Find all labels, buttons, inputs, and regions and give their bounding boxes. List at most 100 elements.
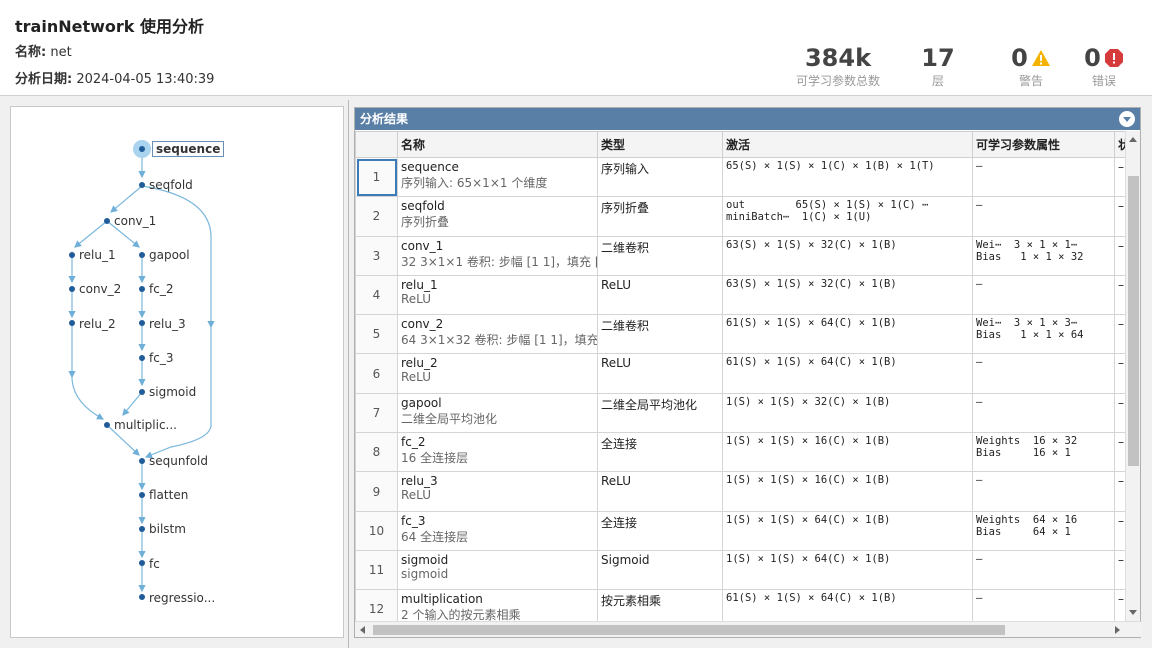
graph-node-sigmoid[interactable]: sigmoid — [149, 385, 196, 399]
scroll-left-icon[interactable] — [360, 626, 365, 634]
table-row[interactable]: 9 relu_3 ReLU ReLU 1(S) × 1(S) × 16(C) × 1(B… — [355, 471, 1126, 512]
graph-node-multiplication[interactable]: multiplic... — [114, 418, 177, 432]
cell-index[interactable]: 6 — [355, 353, 398, 394]
cell-type[interactable]: ReLU — [597, 274, 723, 316]
cell-index[interactable]: 7 — [355, 392, 398, 434]
graph-node-seqfold[interactable]: seqfold — [149, 178, 193, 192]
network-graph[interactable]: sequence seqfold conv_1 relu_1 gapool co… — [10, 106, 344, 638]
cell-index[interactable]: 12 — [355, 589, 398, 621]
cell-activation[interactable]: 1(S) × 1(S) × 64(C) × 1(B) — [722, 549, 973, 591]
table-row[interactable]: 3 conv_1 32 3×1×1 卷积: 步幅 [1 1]，填充 [... 二维卷积… — [355, 235, 1126, 276]
table-row[interactable]: 2 seqfold 序列折叠 序列折叠 out 65(S) × 1(S) × 1(C) … — [355, 196, 1126, 237]
cell-name[interactable]: fc_3 64 全连接层 — [397, 510, 598, 551]
cell-name[interactable]: conv_1 32 3×1×1 卷积: 步幅 [1 1]，填充 [... — [397, 235, 598, 276]
cell-learnables[interactable]: Weights 64 × 16 Bias 64 × 1 — [972, 510, 1115, 551]
cell-type[interactable]: 二维卷积 — [597, 314, 723, 355]
col-header-activation[interactable]: 激活 — [722, 131, 973, 158]
cell-index[interactable]: 9 — [355, 471, 398, 512]
col-header-index[interactable] — [355, 131, 398, 158]
graph-node-relu-1[interactable]: relu_1 — [79, 248, 116, 262]
cell-activation[interactable]: 1(S) × 1(S) × 16(C) × 1(B) — [722, 471, 973, 512]
scroll-up-icon[interactable] — [1129, 137, 1137, 142]
graph-node-bilstm[interactable]: bilstm — [149, 522, 186, 536]
cell-activation[interactable]: 61(S) × 1(S) × 64(C) × 1(B) — [722, 589, 973, 621]
graph-node-fc[interactable]: fc — [149, 557, 160, 571]
cell-name[interactable]: seqfold 序列折叠 — [397, 196, 598, 237]
cell-learnables[interactable]: Weights 16 × 32 Bias 16 × 1 — [972, 432, 1115, 473]
cell-activation[interactable]: 1(S) × 1(S) × 64(C) × 1(B) — [722, 510, 973, 551]
graph-node-sequnfold[interactable]: sequnfold — [149, 454, 208, 468]
cell-learnables[interactable]: – — [972, 549, 1115, 591]
cell-learnables[interactable]: – — [972, 196, 1115, 237]
table-row[interactable]: 6 relu_2 ReLU ReLU 61(S) × 1(S) × 64(C) × 1(… — [355, 353, 1126, 394]
table-row[interactable]: 12 multiplication 2 个输入的按元素相乘 按元素相乘 61(S) × … — [355, 589, 1126, 621]
graph-node-flatten[interactable]: flatten — [149, 488, 188, 502]
col-header-learnables[interactable]: 可学习参数属性 — [972, 131, 1115, 158]
table-row[interactable]: 4 relu_1 ReLU ReLU 63(S) × 1(S) × 32(C) × 1(… — [355, 274, 1126, 316]
cell-index[interactable]: 1 — [355, 156, 398, 198]
cell-type[interactable]: ReLU — [597, 353, 723, 394]
table-row[interactable]: 1 sequence 序列输入: 65×1×1 个维度 序列输入 65(S) × 1(S… — [355, 156, 1126, 198]
cell-learnables[interactable]: – — [972, 353, 1115, 394]
graph-node-fc-3[interactable]: fc_3 — [149, 351, 173, 365]
cell-type[interactable]: 二维全局平均池化 — [597, 392, 723, 434]
cell-learnables[interactable]: – — [972, 589, 1115, 621]
table-row[interactable]: 11 sigmoid sigmoid Sigmoid 1(S) × 1(S) × 64(… — [355, 549, 1126, 591]
cell-index[interactable]: 8 — [355, 432, 398, 473]
cell-learnables[interactable]: Wei⋯ 3 × 1 × 3⋯ Bias 1 × 1 × 64 — [972, 314, 1115, 355]
col-header-type[interactable]: 类型 — [597, 131, 723, 158]
cell-name[interactable]: relu_2 ReLU — [397, 353, 598, 394]
cell-index[interactable]: 2 — [355, 196, 398, 237]
graph-node-regression[interactable]: regressio... — [149, 591, 215, 605]
cell-activation[interactable]: 61(S) × 1(S) × 64(C) × 1(B) — [722, 353, 973, 394]
graph-node-gapool[interactable]: gapool — [149, 248, 190, 262]
cell-index[interactable]: 5 — [355, 314, 398, 355]
cell-activation[interactable]: 61(S) × 1(S) × 64(C) × 1(B) — [722, 314, 973, 355]
cell-type[interactable]: ReLU — [597, 471, 723, 512]
cell-index[interactable]: 10 — [355, 510, 398, 551]
cell-name[interactable]: conv_2 64 3×1×32 卷积: 步幅 [1 1]，填充... — [397, 314, 598, 355]
cell-type[interactable]: 按元素相乘 — [597, 589, 723, 621]
cell-name[interactable]: gapool 二维全局平均池化 — [397, 392, 598, 434]
graph-node-relu-2[interactable]: relu_2 — [79, 317, 116, 331]
cell-name[interactable]: sequence 序列输入: 65×1×1 个维度 — [397, 156, 598, 198]
panel-divider[interactable] — [348, 100, 349, 648]
graph-node-fc-2[interactable]: fc_2 — [149, 282, 173, 296]
table-row[interactable]: 7 gapool 二维全局平均池化 二维全局平均池化 1(S) × 1(S) × 32(… — [355, 392, 1126, 434]
cell-type[interactable]: 全连接 — [597, 510, 723, 551]
cell-name[interactable]: fc_2 16 全连接层 — [397, 432, 598, 473]
cell-learnables[interactable]: Wei⋯ 3 × 1 × 1⋯ Bias 1 × 1 × 32 — [972, 235, 1115, 276]
table-row[interactable]: 8 fc_2 16 全连接层 全连接 1(S) × 1(S) × 16(C) × 1(B… — [355, 432, 1126, 473]
cell-activation[interactable]: 63(S) × 1(S) × 32(C) × 1(B) — [722, 235, 973, 276]
vertical-scrollbar[interactable] — [1125, 131, 1140, 621]
horizontal-scroll-thumb[interactable] — [373, 625, 1005, 635]
scroll-down-icon[interactable] — [1129, 610, 1137, 615]
cell-index[interactable]: 11 — [355, 549, 398, 591]
cell-type[interactable]: Sigmoid — [597, 549, 723, 591]
cell-activation[interactable]: 1(S) × 1(S) × 32(C) × 1(B) — [722, 392, 973, 434]
cell-type[interactable]: 全连接 — [597, 432, 723, 473]
cell-activation[interactable]: out 65(S) × 1(S) × 1(C) ⋯ miniBatch⋯ 1(C… — [722, 196, 973, 237]
cell-name[interactable]: sigmoid sigmoid — [397, 549, 598, 591]
cell-name[interactable]: multiplication 2 个输入的按元素相乘 — [397, 589, 598, 621]
vertical-scroll-thumb[interactable] — [1128, 176, 1139, 466]
cell-learnables[interactable]: – — [972, 274, 1115, 316]
cell-activation[interactable]: 1(S) × 1(S) × 16(C) × 1(B) — [722, 432, 973, 473]
cell-activation[interactable]: 65(S) × 1(S) × 1(C) × 1(B) × 1(T) — [722, 156, 973, 198]
cell-learnables[interactable]: – — [972, 392, 1115, 434]
table-row[interactable]: 5 conv_2 64 3×1×32 卷积: 步幅 [1 1]，填充... 二维卷积 6… — [355, 314, 1126, 355]
graph-node-sequence[interactable]: sequence — [152, 141, 225, 157]
horizontal-scrollbar[interactable] — [355, 621, 1142, 637]
scroll-right-icon[interactable] — [1115, 626, 1120, 634]
graph-node-conv-1[interactable]: conv_1 — [114, 214, 156, 228]
col-header-name[interactable]: 名称 — [397, 131, 598, 158]
cell-type[interactable]: 序列输入 — [597, 156, 723, 198]
cell-learnables[interactable]: – — [972, 471, 1115, 512]
cell-name[interactable]: relu_1 ReLU — [397, 274, 598, 316]
cell-type[interactable]: 序列折叠 — [597, 196, 723, 237]
cell-type[interactable]: 二维卷积 — [597, 235, 723, 276]
cell-learnables[interactable]: – — [972, 156, 1115, 198]
collapse-icon[interactable] — [1119, 111, 1135, 127]
cell-name[interactable]: relu_3 ReLU — [397, 471, 598, 512]
cell-index[interactable]: 3 — [355, 235, 398, 276]
